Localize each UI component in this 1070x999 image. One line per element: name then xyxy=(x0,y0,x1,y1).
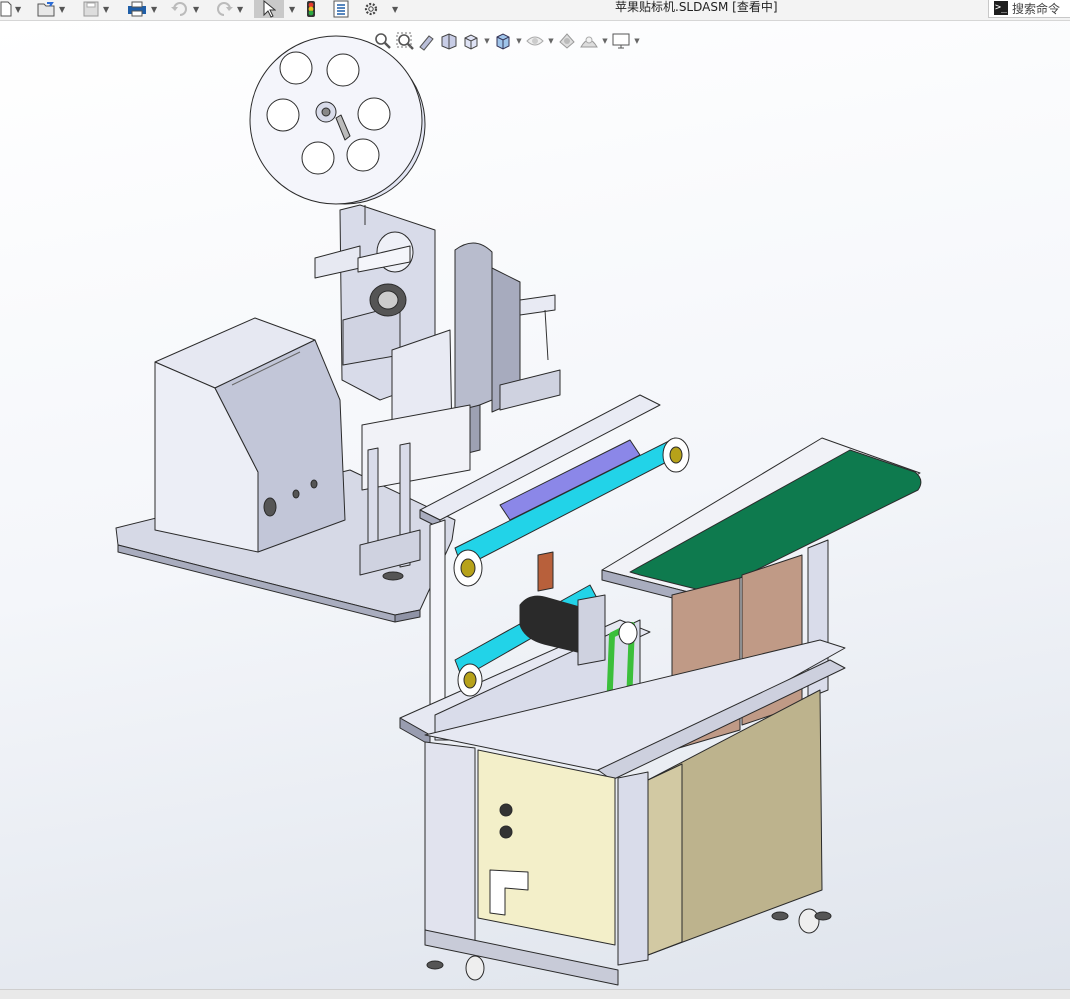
chevron-down-icon[interactable]: ▼ xyxy=(15,5,21,14)
open-button[interactable]: ▼ xyxy=(36,0,65,18)
rebuild-traffic-light-icon xyxy=(304,0,318,18)
search-commands-label: 搜索命令 xyxy=(1012,1,1061,16)
chevron-down-icon[interactable]: ▼ xyxy=(237,5,243,14)
chevron-down-icon[interactable]: ▼ xyxy=(59,5,65,14)
graphics-area[interactable]: ▼ ▼ ▼ ▼ ▼ xyxy=(0,21,1070,989)
drive-motor xyxy=(519,551,606,666)
redo-button[interactable]: ▼ xyxy=(214,0,243,18)
search-commands-input[interactable]: >_ 搜索命令 xyxy=(988,0,1070,18)
command-prompt-icon: >_ xyxy=(994,1,1008,15)
chevron-down-icon[interactable]: ▼ xyxy=(151,5,157,14)
print-icon xyxy=(126,1,148,17)
save-button[interactable]: ▼ xyxy=(82,0,109,18)
chevron-down-icon[interactable]: ▼ xyxy=(193,5,199,14)
assembly-model-view[interactable] xyxy=(0,21,1070,989)
new-document-icon xyxy=(0,1,12,17)
file-properties-button[interactable] xyxy=(332,0,350,18)
rebuild-button[interactable] xyxy=(304,0,318,18)
chevron-down-icon[interactable]: ▼ xyxy=(392,5,398,14)
new-document-button[interactable]: ▼ xyxy=(0,0,21,18)
label-reel-wheel xyxy=(249,35,426,205)
title-bar: ▼ ▼ ▼ ▼ ▼ ▼ ▼ ▼ 苹果贴标机.SLDASM [查看中] >_ 搜索… xyxy=(0,0,1070,21)
window-title: 苹果贴标机.SLDASM [查看中] xyxy=(615,0,778,14)
select-dropdown[interactable]: ▼ xyxy=(286,0,295,18)
undo-icon xyxy=(170,1,190,17)
options-gear-icon xyxy=(362,0,380,18)
select-pointer-icon xyxy=(262,0,276,18)
chevron-down-icon[interactable]: ▼ xyxy=(289,5,295,14)
open-icon xyxy=(36,1,56,17)
select-button[interactable] xyxy=(254,0,284,18)
chevron-down-icon[interactable]: ▼ xyxy=(103,5,109,14)
electrical-control-box xyxy=(154,317,346,553)
save-icon xyxy=(82,1,100,17)
options-button[interactable]: ▼ xyxy=(362,0,398,18)
redo-icon xyxy=(214,1,234,17)
file-properties-icon xyxy=(332,0,350,18)
undo-button[interactable]: ▼ xyxy=(170,0,199,18)
print-button[interactable]: ▼ xyxy=(126,0,157,18)
